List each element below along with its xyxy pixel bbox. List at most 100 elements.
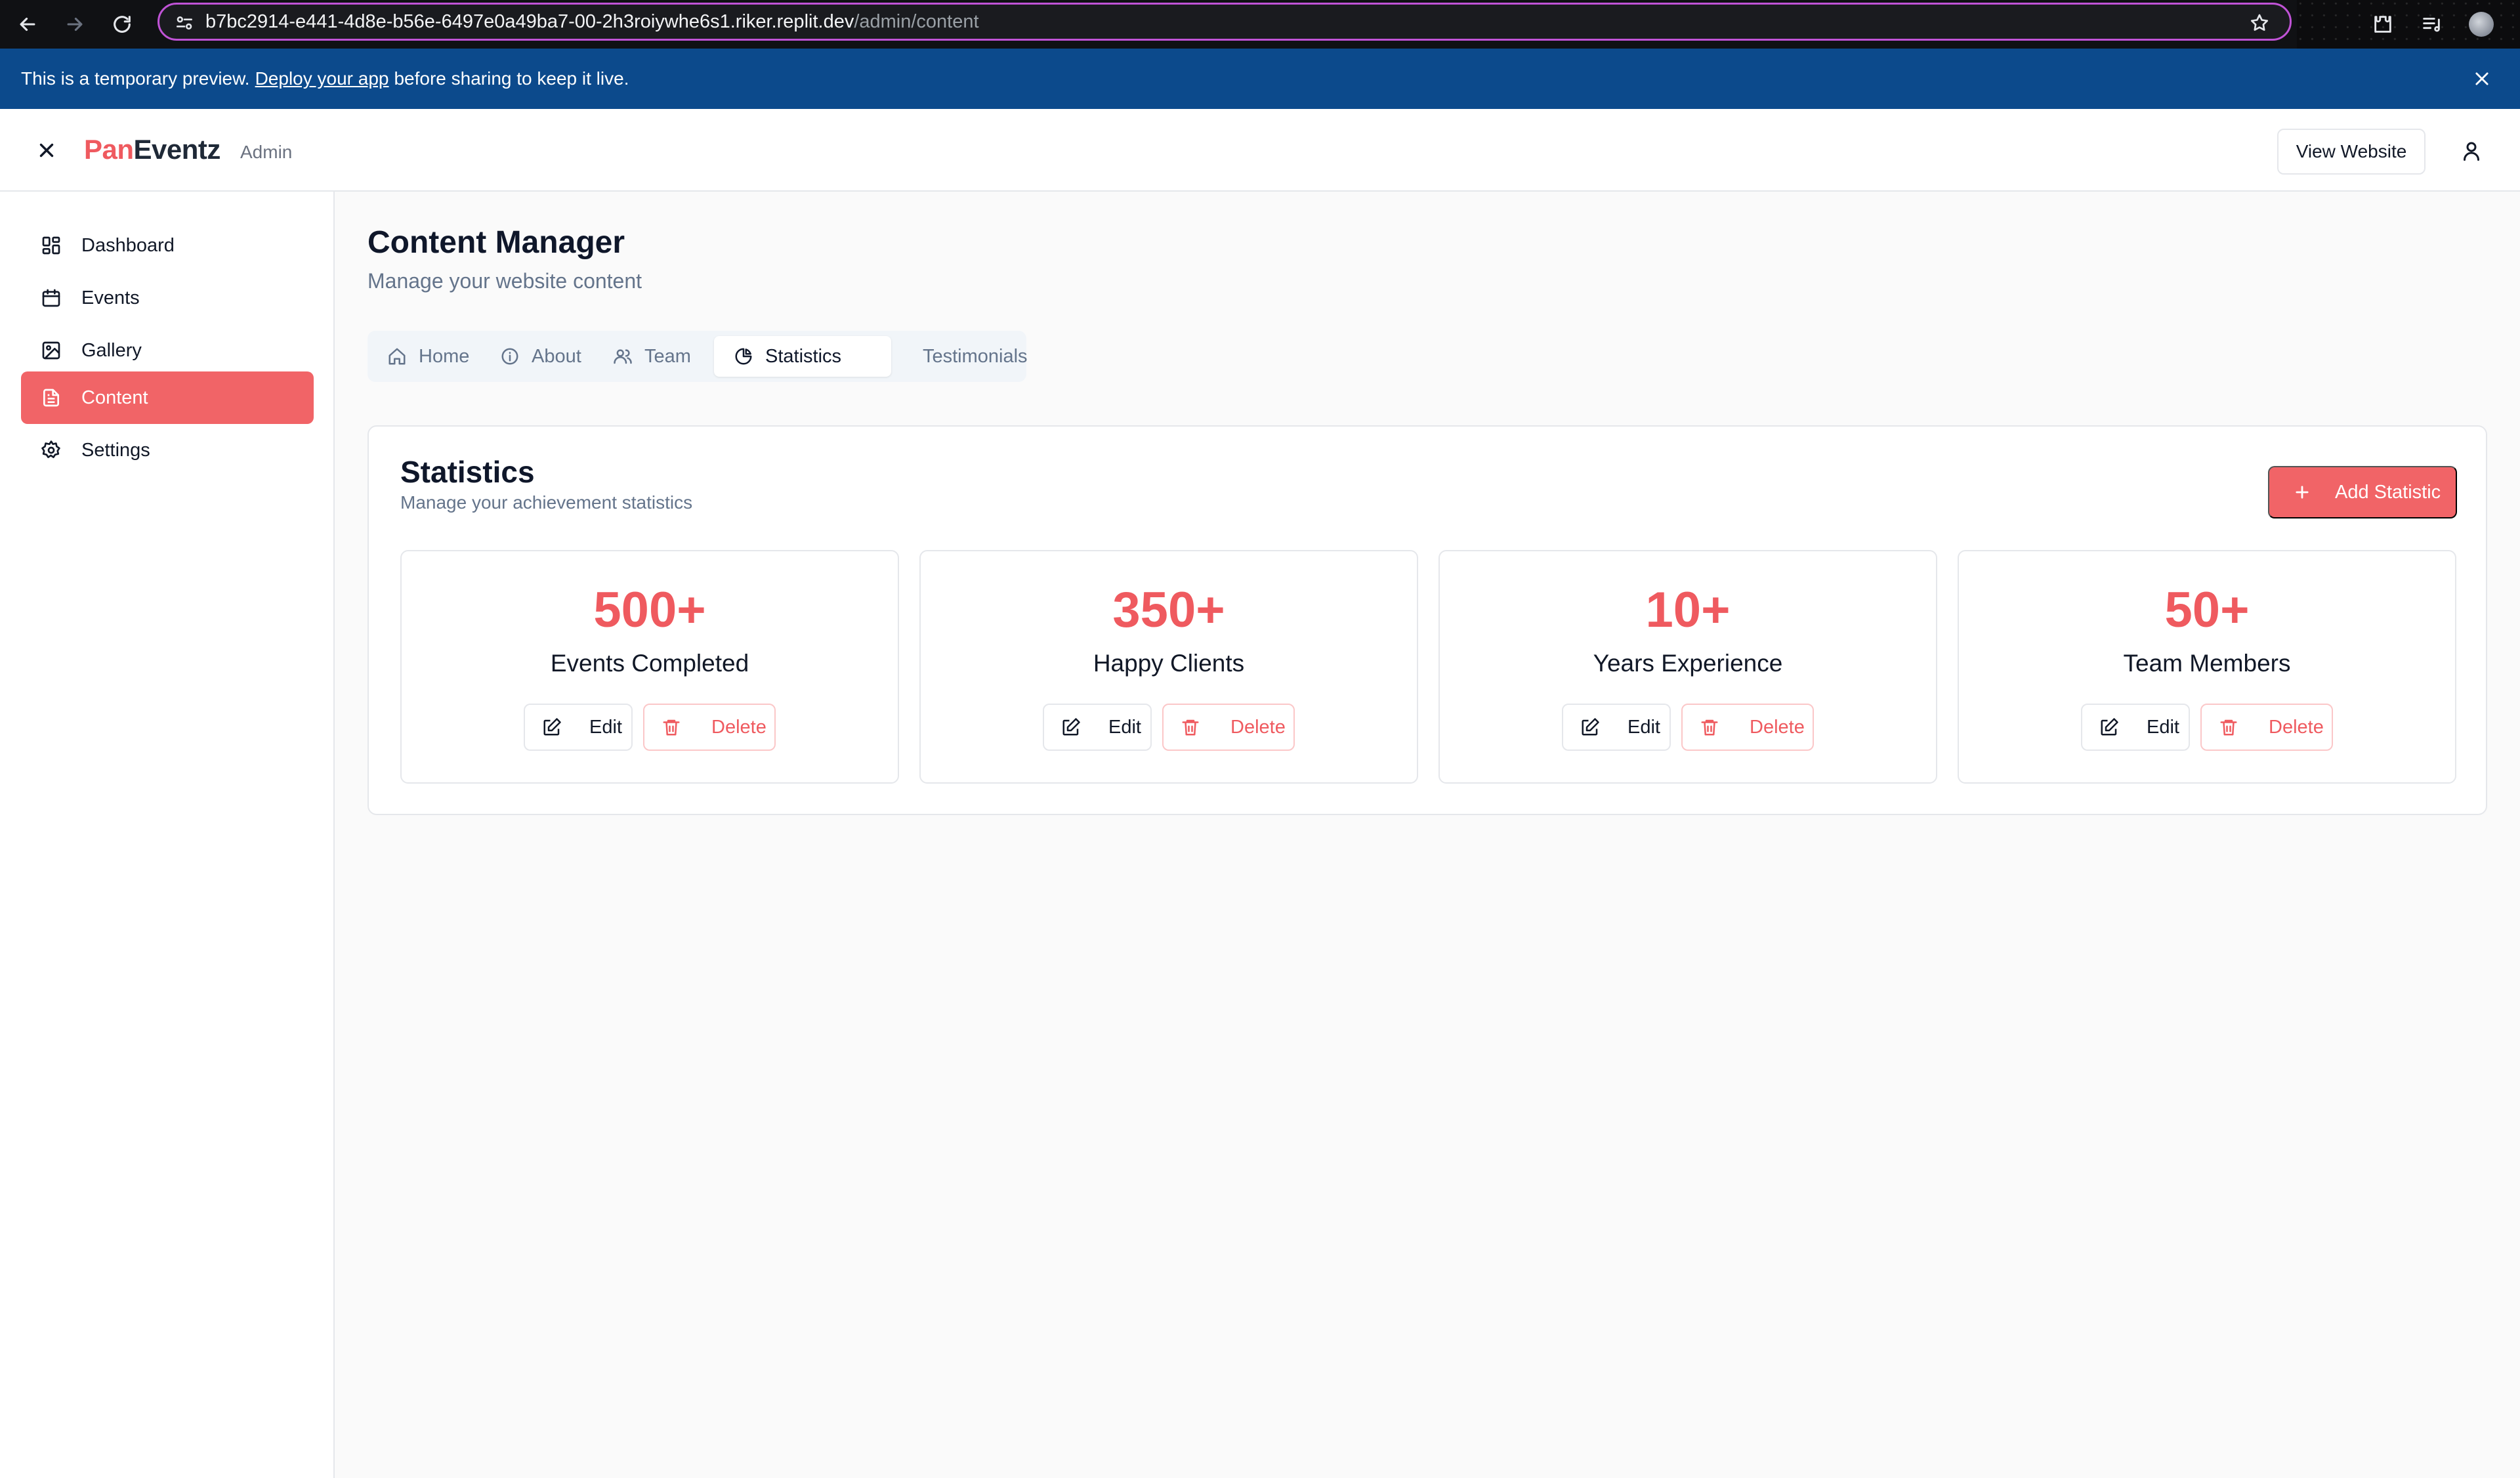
url-host: b7bc2914-e441-4d8e-b56e-6497e0a49ba7-00-… (205, 11, 854, 32)
sidebar-item-events[interactable]: Events (21, 272, 314, 324)
add-statistic-label: Add Statistic (2335, 481, 2441, 503)
home-icon (388, 348, 406, 365)
tab-label: Testimonials (923, 345, 1028, 367)
statistics-subtitle: Manage your achievement statistics (400, 492, 693, 513)
view-website-button[interactable]: View Website (2277, 129, 2426, 175)
plus-icon (2296, 486, 2309, 499)
brand-logo[interactable]: PanEventz (84, 134, 220, 165)
sidebar-item-content[interactable]: Content (21, 371, 314, 424)
reload-icon (114, 16, 131, 33)
edit-label: Edit (1628, 716, 1660, 738)
sidebar-item-dashboard[interactable]: Dashboard (21, 219, 314, 272)
delete-button[interactable]: Delete (1681, 704, 1814, 751)
tab-label: Home (419, 345, 470, 367)
admin-label: Admin (240, 142, 293, 162)
tab-label: About (532, 345, 581, 367)
stat-item: 350+ Happy Clients Edit Delete (919, 550, 1418, 784)
tab-home[interactable]: Home (368, 336, 476, 377)
tab-testimonials[interactable]: Testimonials (891, 336, 1028, 377)
reload-button[interactable] (102, 5, 142, 44)
sidebar-item-label: Gallery (81, 339, 142, 361)
banner-text-suffix: before sharing to keep it live. (394, 68, 629, 89)
calendar-icon (42, 289, 60, 307)
add-statistic-button[interactable]: Add Statistic (2268, 466, 2457, 518)
stat-label: Happy Clients (1093, 650, 1245, 677)
tab-label: Statistics (765, 345, 842, 367)
forward-button[interactable] (55, 5, 94, 44)
stat-item: 50+ Team Members Edit Delete (1958, 550, 2456, 784)
arrow-right-icon (67, 17, 83, 32)
tab-team[interactable]: Team (593, 336, 706, 377)
trash-icon (1182, 719, 1199, 736)
stat-item: 500+ Events Completed Edit Delete (400, 550, 899, 784)
extensions-puzzle-icon[interactable] (2372, 13, 2394, 35)
tab-statistics[interactable]: Statistics (714, 336, 891, 377)
back-button[interactable] (8, 5, 47, 44)
edit-button[interactable]: Edit (2081, 704, 2190, 751)
profile-avatar[interactable] (2469, 12, 2494, 37)
arrow-left-icon (20, 17, 35, 32)
browser-extensions (2297, 0, 2520, 49)
preview-banner: This is a temporary preview. Deploy your… (0, 49, 2520, 109)
site-settings-icon[interactable] (174, 12, 195, 33)
address-bar[interactable]: b7bc2914-e441-4d8e-b56e-6497e0a49ba7-00-… (158, 3, 2292, 41)
edit-button[interactable]: Edit (1562, 704, 1671, 751)
app-header: PanEventz Admin View Website (0, 109, 2520, 192)
content-tabs: Home About Team Statistics Testimonials (368, 331, 1028, 382)
url-path: /admin/content (854, 11, 979, 32)
stat-item: 10+ Years Experience Edit Delete (1438, 550, 1937, 784)
statistics-card: Statistics Manage your achievement stati… (368, 425, 2487, 815)
stat-value: 500+ (593, 582, 706, 638)
sidebar-item-label: Settings (81, 439, 150, 461)
sidebar-item-gallery[interactable]: Gallery (21, 324, 314, 377)
edit-pencil-icon (1582, 718, 1599, 736)
document-icon (43, 389, 59, 407)
bookmark-star-icon[interactable] (2249, 12, 2270, 33)
info-icon (501, 348, 518, 365)
trash-icon (1701, 719, 1718, 736)
sidebar-item-label: Events (81, 287, 140, 308)
brand-eventz: Eventz (133, 134, 221, 165)
delete-button[interactable]: Delete (2200, 704, 2333, 751)
delete-label: Delete (1230, 716, 1286, 738)
close-sidebar-icon[interactable] (35, 139, 58, 161)
delete-button[interactable]: Delete (643, 704, 776, 751)
media-playlist-icon[interactable] (2420, 13, 2443, 35)
user-icon[interactable] (2460, 139, 2483, 163)
sidebar: Dashboard Events Gallery Content Setting… (0, 192, 335, 1478)
gear-icon (41, 440, 60, 458)
stat-label: Years Experience (1593, 650, 1783, 677)
delete-button[interactable]: Delete (1162, 704, 1295, 751)
brand-pan: Pan (84, 134, 134, 165)
stat-label: Team Members (2123, 650, 2291, 677)
delete-label: Delete (2269, 716, 2324, 738)
edit-pencil-icon (1062, 718, 1080, 736)
banner-text-prefix: This is a temporary preview. (21, 68, 250, 89)
delete-label: Delete (1750, 716, 1805, 738)
page-title: Content Manager (368, 225, 625, 260)
edit-label: Edit (1108, 716, 1141, 738)
stat-label: Events Completed (550, 650, 749, 677)
stat-value: 50+ (2164, 582, 2250, 638)
stat-value: 10+ (1645, 582, 1731, 638)
edit-button[interactable]: Edit (524, 704, 633, 751)
tab-label: Team (644, 345, 691, 367)
stat-value: 350+ (1112, 582, 1225, 638)
delete-label: Delete (711, 716, 766, 738)
pie-chart-icon (735, 348, 752, 365)
close-icon[interactable] (2473, 70, 2491, 88)
browser-toolbar: b7bc2914-e441-4d8e-b56e-6497e0a49ba7-00-… (0, 0, 2520, 49)
edit-label: Edit (589, 716, 622, 738)
edit-label: Edit (2147, 716, 2179, 738)
edit-pencil-icon (2101, 718, 2118, 736)
sidebar-item-settings[interactable]: Settings (21, 424, 314, 476)
image-icon (42, 341, 60, 360)
deploy-link[interactable]: Deploy your app (255, 68, 389, 89)
trash-icon (2220, 719, 2237, 736)
sidebar-item-label: Dashboard (81, 234, 175, 256)
page-subtitle: Manage your website content (368, 269, 642, 293)
users-icon (614, 349, 632, 364)
trash-icon (663, 719, 680, 736)
edit-button[interactable]: Edit (1043, 704, 1152, 751)
tab-about[interactable]: About (480, 336, 593, 377)
